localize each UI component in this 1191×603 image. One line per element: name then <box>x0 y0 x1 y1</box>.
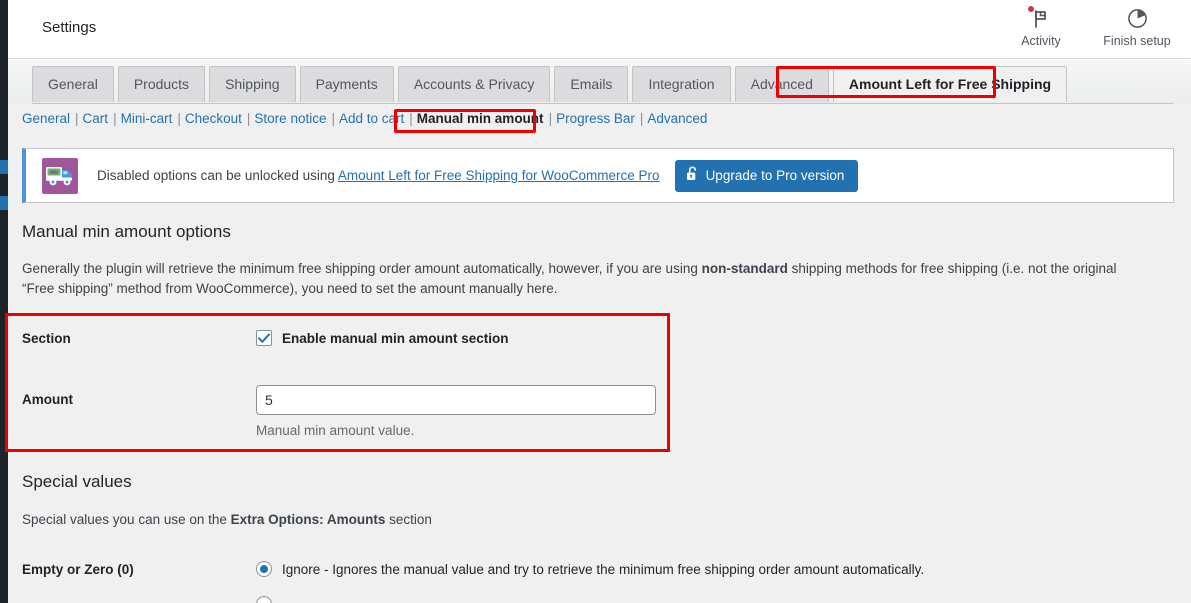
pro-plugin-link[interactable]: Amount Left for Free Shipping for WooCom… <box>338 168 660 183</box>
finish-setup-label: Finish setup <box>1103 34 1171 48</box>
second-option-radio[interactable] <box>256 596 272 603</box>
pro-upsell-notice: Disabled options can be unlocked using A… <box>22 148 1174 203</box>
special-section-description: Special values you can use on the Extra … <box>22 510 1127 530</box>
subnav-item-checkout[interactable]: Checkout <box>185 111 242 126</box>
enable-manual-min-amount-label: Enable manual min amount section <box>282 330 509 346</box>
settings-tabs: General Products Shipping Payments Accounts … <box>32 66 1068 102</box>
tab-emails[interactable]: Emails <box>554 66 629 102</box>
tab-general[interactable]: General <box>32 66 114 102</box>
notice-message: Disabled options can be unlocked using A… <box>97 168 660 183</box>
subnav-links: General | Cart | Mini-cart | Checkout | Store no… <box>22 111 707 126</box>
subnav-separator: | <box>246 111 251 126</box>
ignore-radio-label: Ignore - Ignores the manual value and tr… <box>282 561 925 577</box>
finish-setup-button[interactable]: Finish setup <box>1101 6 1173 48</box>
tab-shipping[interactable]: Shipping <box>209 66 296 102</box>
subnav-separator: | <box>331 111 335 126</box>
subnav-item-cart[interactable]: Cart <box>83 111 109 126</box>
subnav-item-progress-bar[interactable]: Progress Bar <box>556 111 635 126</box>
subnav-item-store-notice[interactable]: Store notice <box>254 111 326 126</box>
upgrade-to-pro-button[interactable]: Upgrade to Pro version <box>674 159 859 192</box>
activity-button[interactable]: Activity <box>1005 6 1077 48</box>
activity-badge-dot <box>1028 6 1034 12</box>
subnav-separator: | <box>177 111 181 126</box>
special-desc-bold: Extra Options: Amounts <box>230 512 386 527</box>
manual-desc-bold: non-standard <box>701 261 788 276</box>
amount-help-text: Manual min amount value. <box>256 423 415 438</box>
manual-section-description: Generally the plugin will retrieve the m… <box>22 259 1127 299</box>
flag-icon <box>1028 6 1051 30</box>
enable-manual-min-amount-field: Enable manual min amount section <box>256 330 509 346</box>
admin-sidebar-edge <box>0 0 8 603</box>
subnav-separator: | <box>548 111 553 126</box>
subnav-separator: | <box>639 111 644 126</box>
tab-accounts-privacy[interactable]: Accounts & Privacy <box>397 66 551 102</box>
special-section-heading: Special values <box>22 472 132 491</box>
amount-field-wrap <box>256 385 656 415</box>
amount-input[interactable] <box>256 385 656 415</box>
row-label-empty-or-zero: Empty or Zero (0) <box>22 562 134 577</box>
subnav-item-mini-cart[interactable]: Mini-cart <box>121 111 173 126</box>
subnav-item-general[interactable]: General <box>22 111 70 126</box>
subnav-item-manual-min-amount: Manual min amount <box>416 111 544 126</box>
header-actions: Activity Finish setup <box>1005 6 1173 48</box>
progress-circle-icon <box>1127 6 1148 30</box>
page-title: Settings <box>42 19 97 36</box>
tab-amount-left-for-free-shipping[interactable]: Amount Left for Free Shipping <box>832 66 1068 102</box>
tab-payments[interactable]: Payments <box>299 66 394 102</box>
settings-tab-bar: General Products Shipping Payments Accounts … <box>8 59 1191 104</box>
upgrade-button-label: Upgrade to Pro version <box>705 168 845 183</box>
ignore-radio[interactable] <box>256 561 272 577</box>
special-desc-part2: section <box>385 512 432 527</box>
subnav-separator: | <box>409 111 413 126</box>
enable-manual-min-amount-checkbox[interactable] <box>256 330 272 346</box>
tab-advanced[interactable]: Advanced <box>734 66 829 102</box>
tab-products[interactable]: Products <box>117 66 206 102</box>
subnav-separator: | <box>113 111 117 126</box>
delivery-truck-icon <box>42 157 78 194</box>
subnav-item-advanced[interactable]: Advanced <box>647 111 707 126</box>
activity-label: Activity <box>1021 34 1061 48</box>
tab-integration[interactable]: Integration <box>632 66 731 102</box>
woocommerce-settings-page: Settings Activity Finish setup General P… <box>0 0 1191 603</box>
manual-desc-part1: Generally the plugin will retrieve the m… <box>22 261 702 276</box>
row-label-section: Section <box>22 331 71 346</box>
row-label-amount: Amount <box>22 392 73 407</box>
open-padlock-icon <box>686 166 699 185</box>
notice-message-prefix: Disabled options can be unlocked using <box>97 168 338 183</box>
tab-underline <box>32 103 1173 104</box>
special-desc-part1: Special values you can use on the <box>22 512 231 527</box>
empty-or-zero-option-ignore[interactable]: Ignore - Ignores the manual value and tr… <box>256 561 924 577</box>
subnav-item-add-to-cart[interactable]: Add to cart <box>339 111 404 126</box>
top-header-bar: Settings Activity Finish setup <box>8 0 1191 59</box>
manual-section-heading: Manual min amount options <box>22 222 231 241</box>
subnav-separator: | <box>75 111 79 126</box>
empty-or-zero-option-second[interactable] <box>256 596 282 603</box>
